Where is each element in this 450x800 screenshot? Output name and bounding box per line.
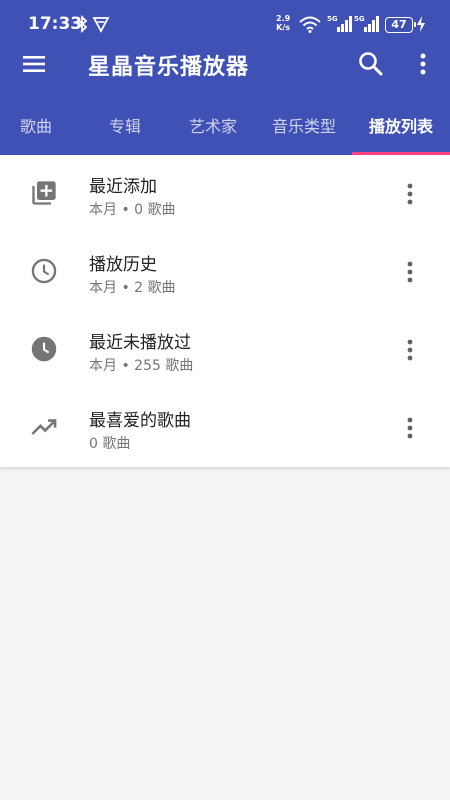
- playlist-subtitle: 本月 • 255 歌曲: [89, 358, 194, 374]
- playlist-item-history[interactable]: 播放历史 本月 • 2 歌曲: [0, 233, 450, 311]
- charging-icon: [417, 16, 425, 32]
- more-vert-icon[interactable]: [398, 414, 422, 442]
- playlist-item-favorites[interactable]: 最喜爱的歌曲 0 歌曲: [0, 389, 450, 467]
- app-header: 17:33 2.9 K/s 5G 5G 47 星晶音乐播放器 歌曲 专辑 艺术家…: [0, 0, 450, 155]
- vpn-icon: [92, 17, 110, 33]
- signal-icon: 5G: [327, 15, 353, 33]
- more-vert-icon[interactable]: [398, 180, 422, 208]
- battery-icon: 47: [385, 17, 416, 33]
- search-icon[interactable]: [356, 49, 386, 79]
- playlist-item-not-recently-played[interactable]: 最近未播放过 本月 • 255 歌曲: [0, 311, 450, 389]
- clock-filled-icon: [31, 336, 57, 362]
- bluetooth-icon: [77, 15, 88, 33]
- playlist-name: 最近添加: [89, 177, 157, 197]
- more-vert-icon[interactable]: [410, 50, 436, 78]
- wifi-icon: [299, 16, 321, 33]
- tab-genres[interactable]: 音乐类型: [256, 105, 352, 155]
- menu-icon[interactable]: [20, 50, 48, 78]
- playlist-name: 播放历史: [89, 255, 157, 275]
- more-vert-icon[interactable]: [398, 336, 422, 364]
- tab-bar: 歌曲 专辑 艺术家 音乐类型 播放列表: [0, 105, 450, 155]
- playlist-subtitle: 本月 • 0 歌曲: [89, 202, 176, 218]
- signal-icon: 5G: [354, 15, 380, 33]
- playlist-list: 最近添加 本月 • 0 歌曲 播放历史 本月 • 2 歌曲 最近未播放过 本月 …: [0, 155, 450, 467]
- playlist-subtitle: 0 歌曲: [89, 436, 131, 452]
- clock-outline-icon: [31, 258, 57, 284]
- tab-artists[interactable]: 艺术家: [170, 105, 256, 155]
- app-bar: 星晶音乐播放器: [0, 40, 450, 88]
- tab-songs[interactable]: 歌曲: [0, 105, 72, 155]
- network-speed: 2.9 K/s: [276, 14, 291, 32]
- playlist-subtitle: 本月 • 2 歌曲: [89, 280, 176, 296]
- tab-playlists[interactable]: 播放列表: [352, 105, 450, 155]
- trending-up-icon: [31, 419, 57, 435]
- more-vert-icon[interactable]: [398, 258, 422, 286]
- playlist-name: 最近未播放过: [89, 333, 191, 353]
- status-time: 17:33: [28, 14, 83, 34]
- tab-albums[interactable]: 专辑: [80, 105, 170, 155]
- app-title: 星晶音乐播放器: [88, 55, 250, 80]
- library-add-icon: [32, 181, 56, 205]
- playlist-item-recently-added[interactable]: 最近添加 本月 • 0 歌曲: [0, 155, 450, 233]
- playlist-name: 最喜爱的歌曲: [89, 411, 191, 431]
